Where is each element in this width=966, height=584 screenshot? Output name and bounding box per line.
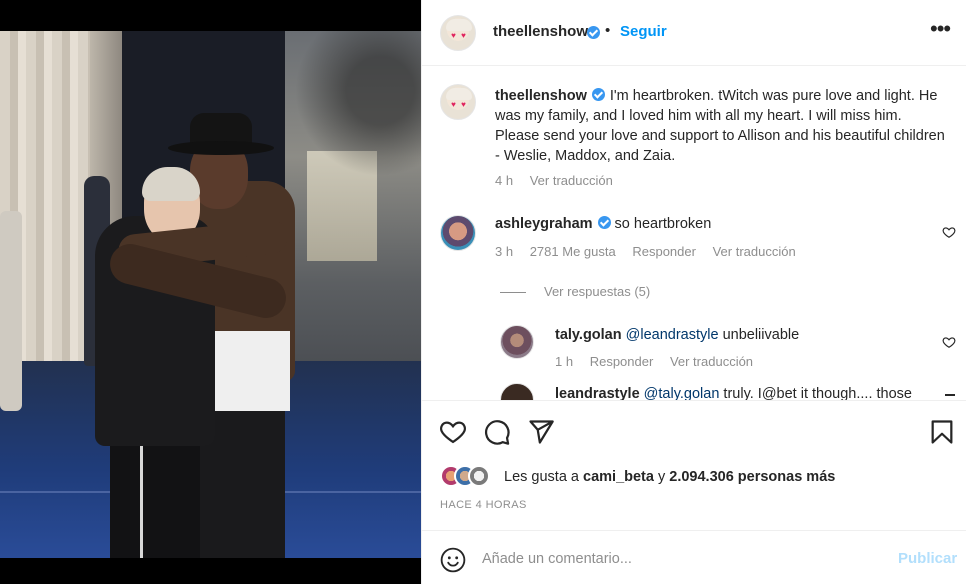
liker-username[interactable]: cami_beta	[583, 469, 654, 485]
caption-meta: 4 h Ver traducción	[495, 173, 626, 188]
verified-badge-icon	[591, 88, 605, 101]
comment-meta: 3 h 2781 Me gusta Responder Ver traducci…	[495, 244, 809, 259]
comment-input[interactable]	[482, 548, 882, 570]
heart-eye-icon: ♥	[451, 100, 456, 109]
reply-link[interactable]: Responder	[590, 354, 654, 369]
follow-button[interactable]: Seguir	[620, 23, 667, 40]
comment-icon[interactable]	[483, 418, 511, 446]
more-options-icon[interactable]: •••	[930, 18, 951, 42]
post-photo[interactable]	[0, 0, 421, 584]
heart-icon[interactable]	[439, 418, 467, 446]
post-timestamp[interactable]: HACE 4 HORAS	[440, 499, 527, 511]
commenter-avatar[interactable]	[440, 215, 476, 251]
post-header: ♥ ♥ theellenshow • Seguir •••	[422, 0, 966, 66]
photo-scene	[0, 31, 421, 558]
comment-text: so heartbroken	[614, 216, 712, 232]
publish-button[interactable]: Publicar	[898, 550, 957, 567]
bookmark-icon[interactable]	[928, 418, 956, 446]
likes-summary: Les gusta a cami_beta y 2.094.306 person…	[504, 469, 835, 485]
author-avatar[interactable]: ♥ ♥	[440, 15, 476, 51]
comment-text: truly. I@bet it though.... those	[723, 386, 912, 400]
caption-translate-link[interactable]: Ver traducción	[530, 173, 613, 188]
commenter-avatar[interactable]	[500, 325, 534, 359]
verified-badge-icon	[587, 26, 600, 39]
post-caption: theellenshow I'm heartbroken. tWitch was …	[495, 86, 945, 166]
replies-line	[500, 292, 526, 294]
comment-text: unbeliivable	[722, 327, 800, 343]
reply-link[interactable]: Responder	[632, 244, 696, 259]
liker-avatar	[468, 465, 490, 487]
caption-time: 4 h	[495, 173, 514, 188]
emoji-icon[interactable]	[440, 547, 466, 573]
post-actions: Les gusta a cami_beta y 2.094.306 person…	[422, 400, 966, 530]
comments-list[interactable]: ♥ ♥ theellenshow I'm heartbroken. tWitch …	[422, 67, 966, 400]
separator-dot: •	[605, 22, 611, 39]
reply-item: taly.golan @leandrastyle unbeliivable	[555, 327, 799, 343]
caption-avatar[interactable]: ♥ ♥	[440, 84, 476, 120]
author-username[interactable]: theellenshow	[493, 23, 588, 40]
reply-item: leandrastyle @taly.golan truly. I@bet it…	[555, 386, 912, 400]
comment-likes-count[interactable]: 2781 Me gusta	[530, 244, 616, 259]
comment-like-heart-icon[interactable]	[942, 225, 956, 239]
comment-username[interactable]: taly.golan	[555, 327, 622, 343]
heart-eye-icon: ♥	[461, 31, 466, 40]
likes-joiner: y	[657, 469, 666, 485]
heart-eye-icon: ♥	[451, 31, 456, 40]
translate-link[interactable]: Ver traducción	[670, 354, 753, 369]
mention-link[interactable]: @leandrastyle	[626, 327, 719, 343]
comment-username[interactable]: leandrastyle	[555, 386, 640, 400]
translate-link[interactable]: Ver traducción	[713, 244, 796, 259]
comment-meta: 1 h Responder Ver traducción	[555, 354, 766, 369]
verified-badge-icon	[597, 216, 611, 229]
caption-username[interactable]: theellenshow	[495, 88, 587, 104]
mention-link[interactable]: @taly.golan	[644, 386, 720, 400]
post-panel: ♥ ♥ theellenshow • Seguir ••• ♥ ♥ theell…	[421, 0, 966, 584]
view-replies-button[interactable]: Ver respuestas (5)	[500, 284, 650, 299]
share-icon[interactable]	[527, 418, 555, 446]
comment-time: 1 h	[555, 354, 574, 369]
comment-like-heart-icon[interactable]	[942, 335, 956, 349]
commenter-avatar[interactable]	[500, 383, 534, 400]
add-comment-bar: Publicar	[422, 530, 966, 584]
likes-prefix: Les gusta a	[504, 469, 579, 485]
comment-username[interactable]: ashleygraham	[495, 216, 593, 232]
heart-eye-icon: ♥	[461, 100, 466, 109]
view-replies-label: Ver respuestas (5)	[544, 284, 651, 299]
comment-time: 3 h	[495, 244, 514, 259]
comment-item: ashleygraham so heartbroken	[495, 216, 711, 232]
likes-count[interactable]: 2.094.306 personas más	[669, 469, 835, 485]
